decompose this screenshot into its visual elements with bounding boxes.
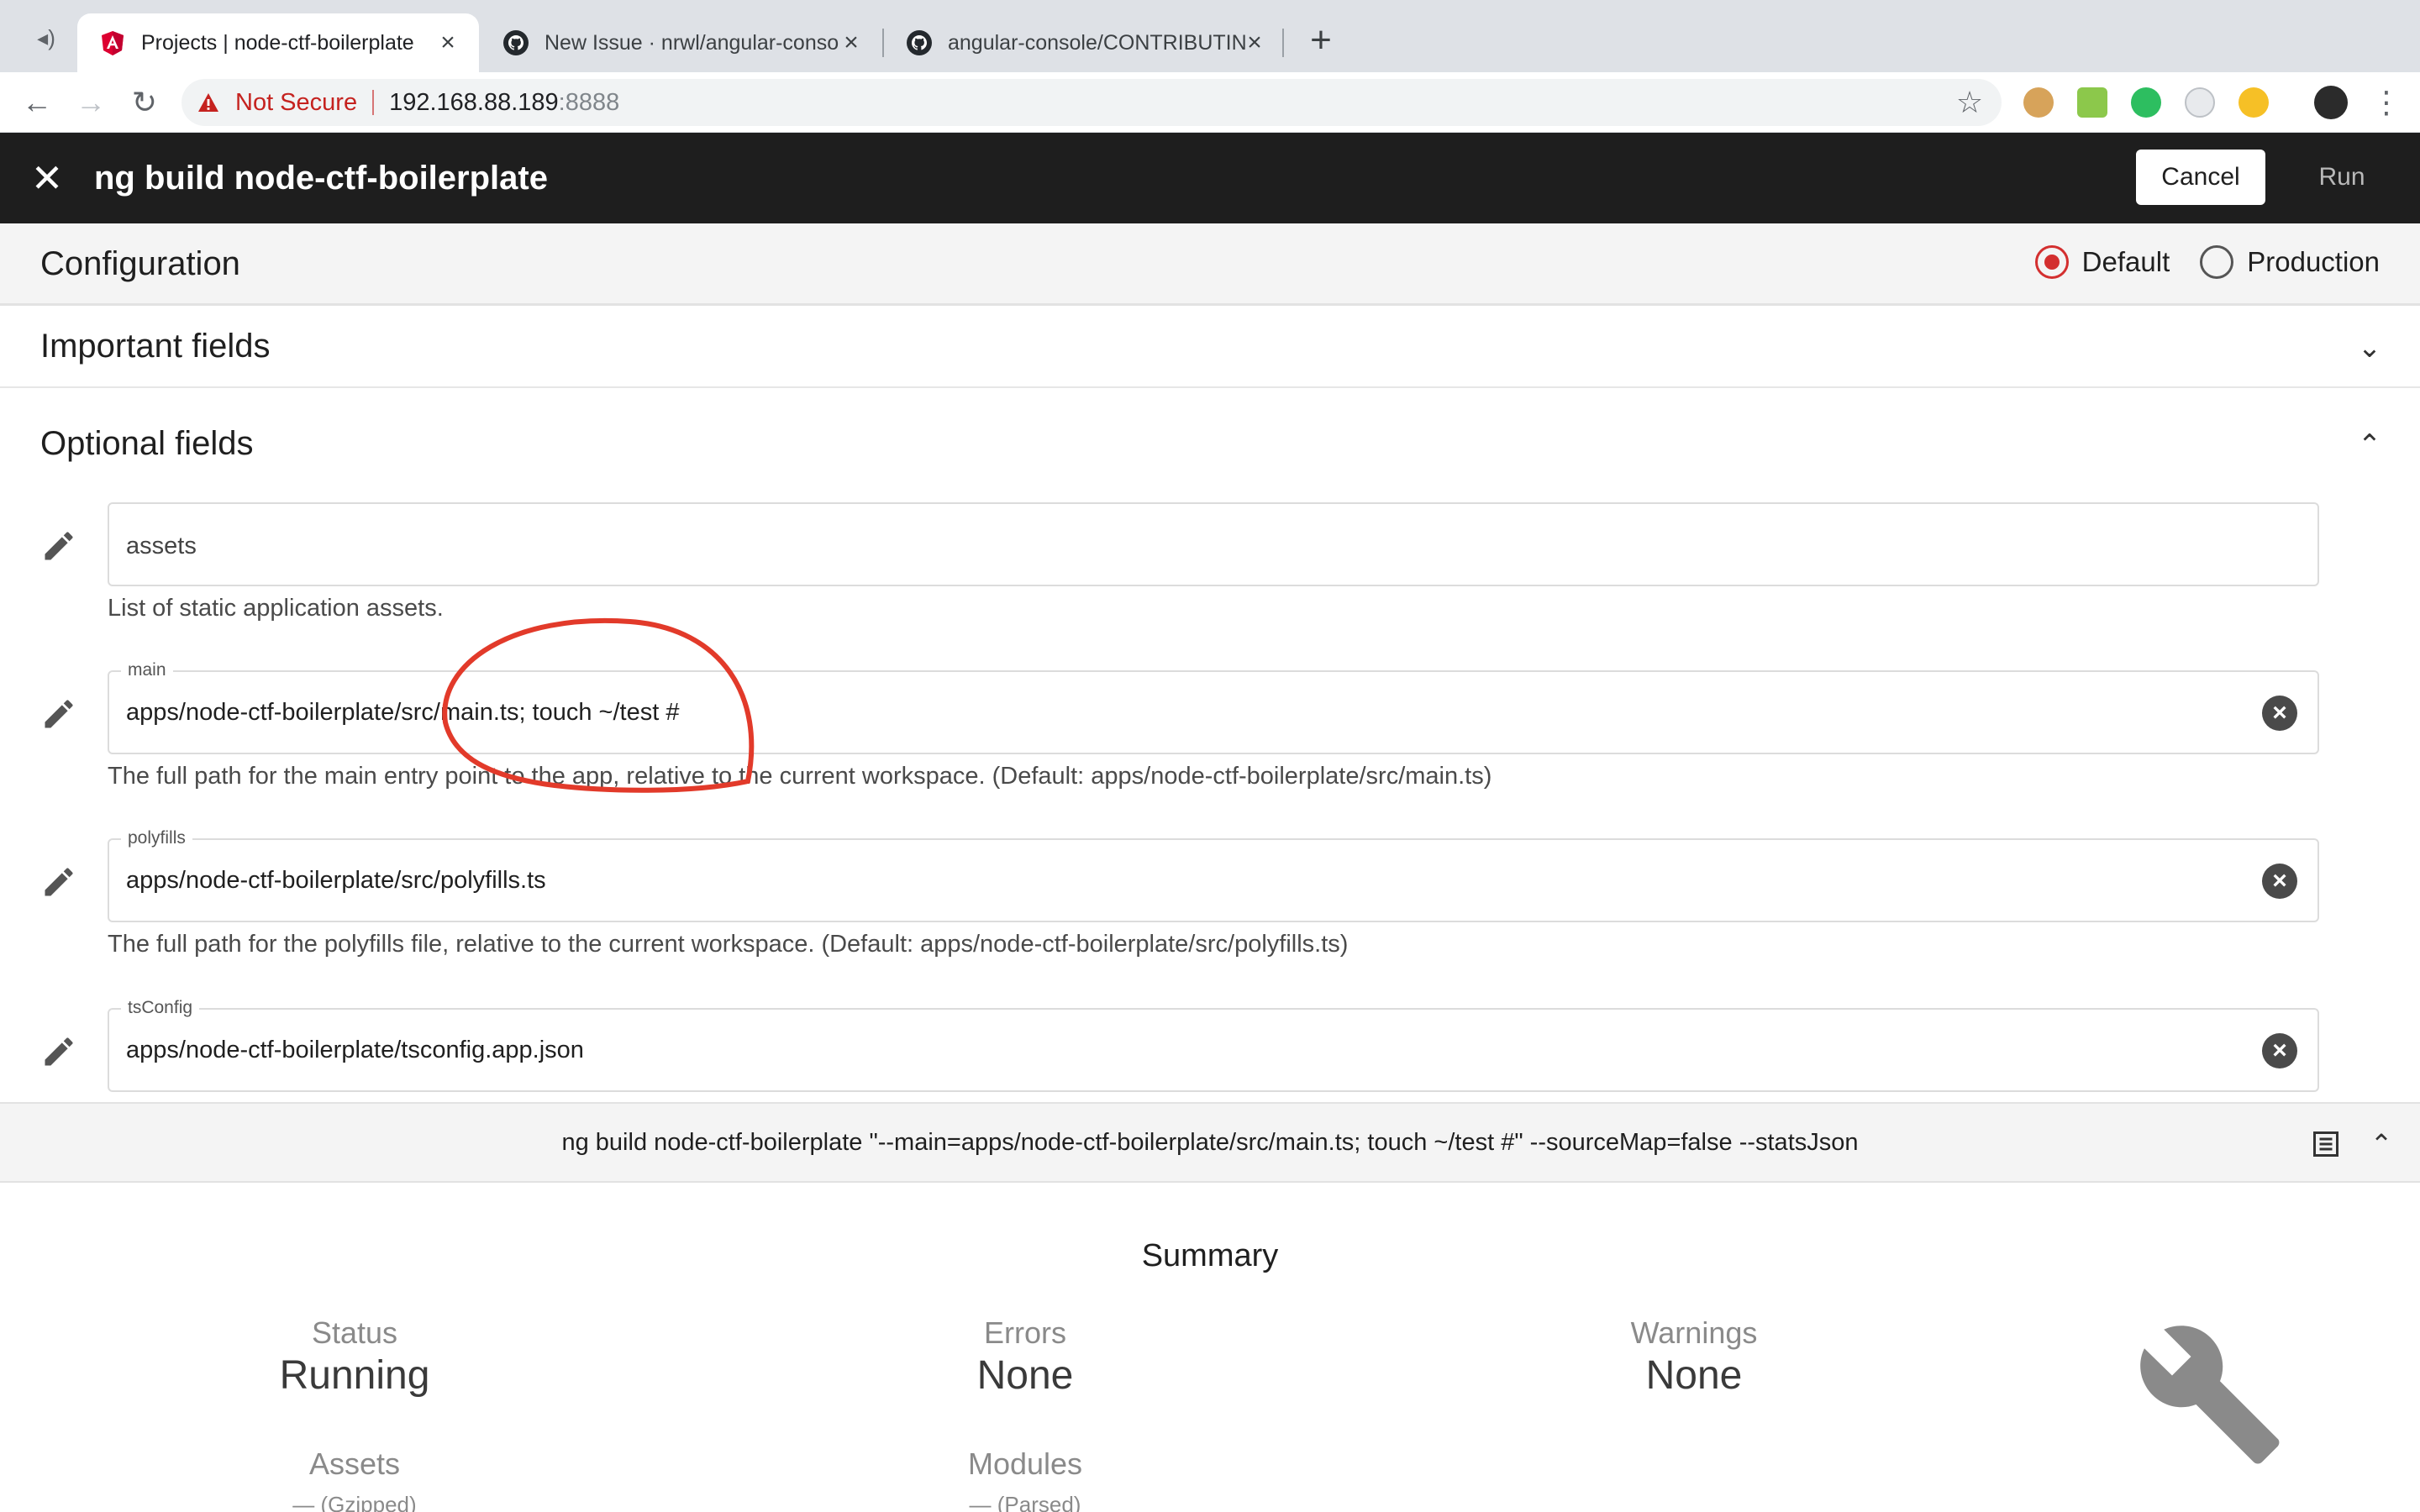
clear-icon[interactable]: × [2262,864,2297,899]
polyfills-input[interactable]: polyfills apps/node-ctf-boilerplate/src/… [108,828,2319,922]
warnings-value: None [1645,1353,1743,1398]
url-host: 192.168.88.189 [389,88,559,116]
close-icon[interactable]: ✕ [29,159,66,197]
pencil-icon[interactable] [40,864,77,900]
assets-sub: — (Gzipped) [292,1492,417,1512]
new-tab-button[interactable]: + [1304,22,1338,59]
command-preview-bar: ng build node-ctf-boilerplate "--main=ap… [0,1102,2420,1183]
command-preview-text: ng build node-ctf-boilerplate "--main=ap… [561,1129,1859,1156]
modules-stat: Modules — (Parsed) [857,1446,1193,1512]
chevron-up-icon[interactable]: ⌃ [2365,1127,2398,1161]
polyfills-help-text: The full path for the polyfills file, re… [108,931,1349,958]
tsconfig-value: apps/node-ctf-boilerplate/tsconfig.app.j… [126,1037,584,1063]
address-bar[interactable]: Not Secure 192.168.88.189:8888 ☆ [182,79,2002,126]
tab-title: New Issue · nrwl/angular-conso [544,30,839,55]
assets-input[interactable]: assets [108,502,2319,586]
dark-mode-extension-icon[interactable] [2238,87,2269,118]
speaker-icon[interactable]: ◂) [34,25,59,50]
nodejs-extension-icon[interactable] [2077,87,2107,118]
errors-label: Errors [984,1315,1066,1350]
run-button[interactable]: Run [2279,150,2405,205]
pencil-icon[interactable] [40,1033,77,1070]
browser-tab-contributing[interactable]: angular-console/CONTRIBUTIN × [884,13,1286,72]
bookmark-star-icon[interactable]: ☆ [1954,87,1985,118]
configuration-bar: Configuration Default Production [0,223,2420,306]
browser-tab-new-issue[interactable]: New Issue · nrwl/angular-conso × [481,13,882,72]
github-icon [907,30,932,55]
status-label: Status [311,1315,398,1350]
warnings-stat: Warnings None [1526,1315,1862,1399]
optional-fields-header[interactable]: Optional fields ⌃ [0,390,2420,480]
chevron-down-icon[interactable]: ⌄ [2353,331,2386,365]
browser-tab-projects[interactable]: Projects | node-ctf-boilerplate × [77,13,479,72]
radio-unchecked-icon [2200,245,2234,279]
tsconfig-label: tsConfig [121,998,200,1018]
cookie-extension-icon[interactable] [2023,87,2054,118]
important-fields-header[interactable]: Important fields ⌄ [0,306,2420,388]
github-icon [503,30,529,55]
assets-placeholder: assets [126,533,197,559]
pencil-icon[interactable] [40,528,77,564]
angular-icon [102,31,124,55]
polyfills-label: polyfills [121,828,192,848]
pencil-icon[interactable] [40,696,77,732]
back-arrow-icon[interactable]: ← [20,86,54,119]
forward-arrow-icon[interactable]: → [74,86,108,119]
section-title: Optional fields [40,425,254,462]
tab-close-icon[interactable]: × [839,30,864,55]
section-title: Important fields [40,328,271,365]
main-input[interactable]: main apps/node-ctf-boilerplate/src/main.… [108,660,2319,754]
assets-stat: Assets — (Gzipped) [187,1446,523,1512]
not-secure-label[interactable]: Not Secure [235,89,357,117]
warnings-label: Warnings [1630,1315,1758,1350]
main-label: main [121,660,173,680]
polyfills-value: apps/node-ctf-boilerplate/src/polyfills.… [126,867,546,894]
tab-title: angular-console/CONTRIBUTIN [948,30,1245,55]
assets-help-text: List of static application assets. [108,595,444,622]
clear-icon[interactable]: × [2262,1033,2297,1068]
modules-sub: — (Parsed) [969,1492,1081,1512]
page-title: ng build node-ctf-boilerplate [94,160,548,197]
modules-label: Modules [967,1446,1083,1481]
reload-icon[interactable]: ↻ [128,86,161,119]
radio-label: Default [2081,246,2170,277]
radio-checked-icon [2034,245,2069,279]
status-value: Running [279,1353,430,1398]
warning-triangle-icon [198,93,218,112]
browser-menu-icon[interactable]: ⋮ [2371,86,2402,119]
tsconfig-input[interactable]: tsConfig apps/node-ctf-boilerplate/tscon… [108,998,2319,1092]
timer-extension-icon[interactable] [2185,87,2215,118]
chevron-up-icon[interactable]: ⌃ [2353,428,2386,462]
browser-tabstrip: ◂) Projects | node-ctf-boilerplate × New… [0,0,2420,72]
evernote-extension-icon[interactable] [2131,87,2161,118]
main-value: apps/node-ctf-boilerplate/src/main.ts; t… [126,699,680,726]
url-port: :8888 [558,88,620,116]
tab-separator [1282,29,1284,57]
configuration-radio-group: Default Production [2005,245,2380,279]
summary-title: Summary [1141,1238,1279,1273]
errors-stat: Errors None [857,1315,1193,1399]
cancel-button[interactable]: Cancel [2136,150,2265,205]
profile-avatar[interactable] [2314,86,2348,119]
main-help-text: The full path for the main entry point t… [108,763,1492,790]
tab-close-icon[interactable]: × [1242,30,1267,55]
errors-value: None [976,1353,1074,1398]
assets-label: Assets [308,1446,401,1481]
radio-production[interactable]: Production [2200,245,2380,279]
browser-toolbar: ← → ↻ Not Secure 192.168.88.189:8888 ☆ ⋮ [0,72,2420,133]
task-header: ✕ ng build node-ctf-boilerplate Cancel R… [0,133,2420,223]
wrench-icon [2140,1326,2280,1464]
divider [372,90,375,115]
tab-close-icon[interactable]: × [435,30,460,55]
configuration-title: Configuration [40,245,240,282]
radio-default[interactable]: Default [2034,245,2170,279]
radio-label: Production [2247,246,2380,277]
tab-title: Projects | node-ctf-boilerplate [141,30,414,55]
status-stat: Status Running [187,1315,523,1399]
list-icon[interactable] [2311,1129,2341,1159]
clear-icon[interactable]: × [2262,696,2297,731]
